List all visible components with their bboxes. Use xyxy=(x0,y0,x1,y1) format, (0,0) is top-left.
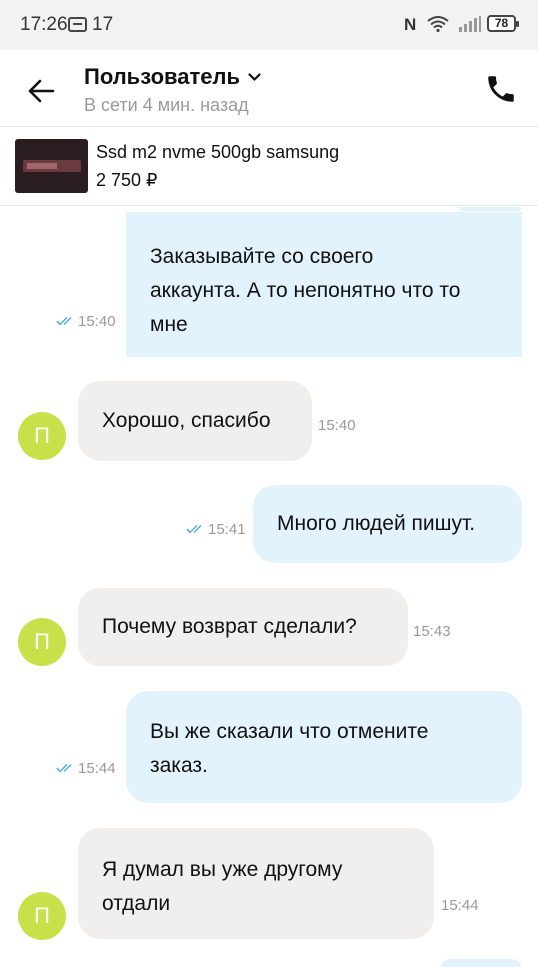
message-notification-icon xyxy=(68,17,87,32)
online-status: В сети 4 мин. назад xyxy=(84,95,249,115)
read-ticks-icon xyxy=(56,764,72,773)
avatar[interactable]: П xyxy=(18,618,66,666)
product-title: Ssd m2 nvme 500gb samsung xyxy=(96,142,340,162)
notification-count: 17 xyxy=(92,14,114,35)
message-text-line: Хорошо, спасибо xyxy=(102,409,271,432)
back-arrow-icon[interactable] xyxy=(26,76,56,106)
message-text-line: Я думал вы уже другому xyxy=(102,858,343,881)
message-bubble-incoming[interactable]: Почему возврат сделали? xyxy=(78,588,408,666)
message-bubble-outgoing[interactable]: Вы же сказали что отмените заказ. xyxy=(126,691,522,803)
message-text-line: мне xyxy=(150,313,188,336)
message-time: 15:44 xyxy=(78,760,116,777)
message-time: 15:40 xyxy=(78,313,116,330)
message-time: 15:43 xyxy=(413,623,451,640)
contact-name: Пользователь xyxy=(84,64,241,89)
message-bubble-incoming[interactable]: Я думал вы уже другому отдали xyxy=(78,828,434,939)
phone-icon[interactable] xyxy=(484,72,518,106)
message-text-line: отдали xyxy=(102,892,171,915)
message-text-line: аккаунта. А то непонятно что то xyxy=(150,279,461,302)
message-bubble-outgoing[interactable]: Много людей пишут. xyxy=(253,485,522,563)
signal-icon xyxy=(459,16,481,32)
status-time: 17:26 xyxy=(20,14,68,35)
chevron-down-icon xyxy=(248,73,262,82)
contact-info[interactable]: Пользователь В сети 4 мин. назад xyxy=(84,64,262,116)
status-bar: 17:26 17 N 78 xyxy=(0,0,538,50)
avatar[interactable]: П xyxy=(18,412,66,460)
battery-icon: 78 xyxy=(487,15,519,32)
product-card[interactable]: Ssd m2 nvme 500gb samsung 2 750 ₽ xyxy=(0,128,538,206)
product-price: 2 750 ₽ xyxy=(96,170,158,190)
product-thumbnail xyxy=(15,139,88,193)
message-bubble-incoming[interactable]: Хорошо, спасибо xyxy=(78,381,312,461)
message-text-line: Вы же сказали что отмените xyxy=(150,720,429,743)
message-time: 15:40 xyxy=(318,417,356,434)
read-ticks-icon xyxy=(56,317,72,326)
message-text-line: Почему возврат сделали? xyxy=(102,615,357,638)
nfc-icon: N xyxy=(404,15,417,34)
read-ticks-icon xyxy=(186,525,202,534)
message-text-line: Много людей пишут. xyxy=(277,512,476,535)
message-text-line: заказ. xyxy=(150,754,208,777)
chat-header: Пользователь В сети 4 мин. назад xyxy=(0,50,538,127)
avatar[interactable]: П xyxy=(18,892,66,940)
message-time: 15:44 xyxy=(441,897,479,914)
message-bubble-partial xyxy=(440,959,522,967)
message-bubble-partial xyxy=(458,207,522,211)
message-bubble-outgoing[interactable]: Заказывайте со своего аккаунта. А то неп… xyxy=(126,212,522,357)
message-list[interactable]: 15:40 Заказывайте со своего аккаунта. А … xyxy=(0,207,538,967)
message-text-line: Заказывайте со своего xyxy=(150,245,374,268)
wifi-icon xyxy=(427,16,449,32)
message-time: 15:41 xyxy=(208,521,246,538)
